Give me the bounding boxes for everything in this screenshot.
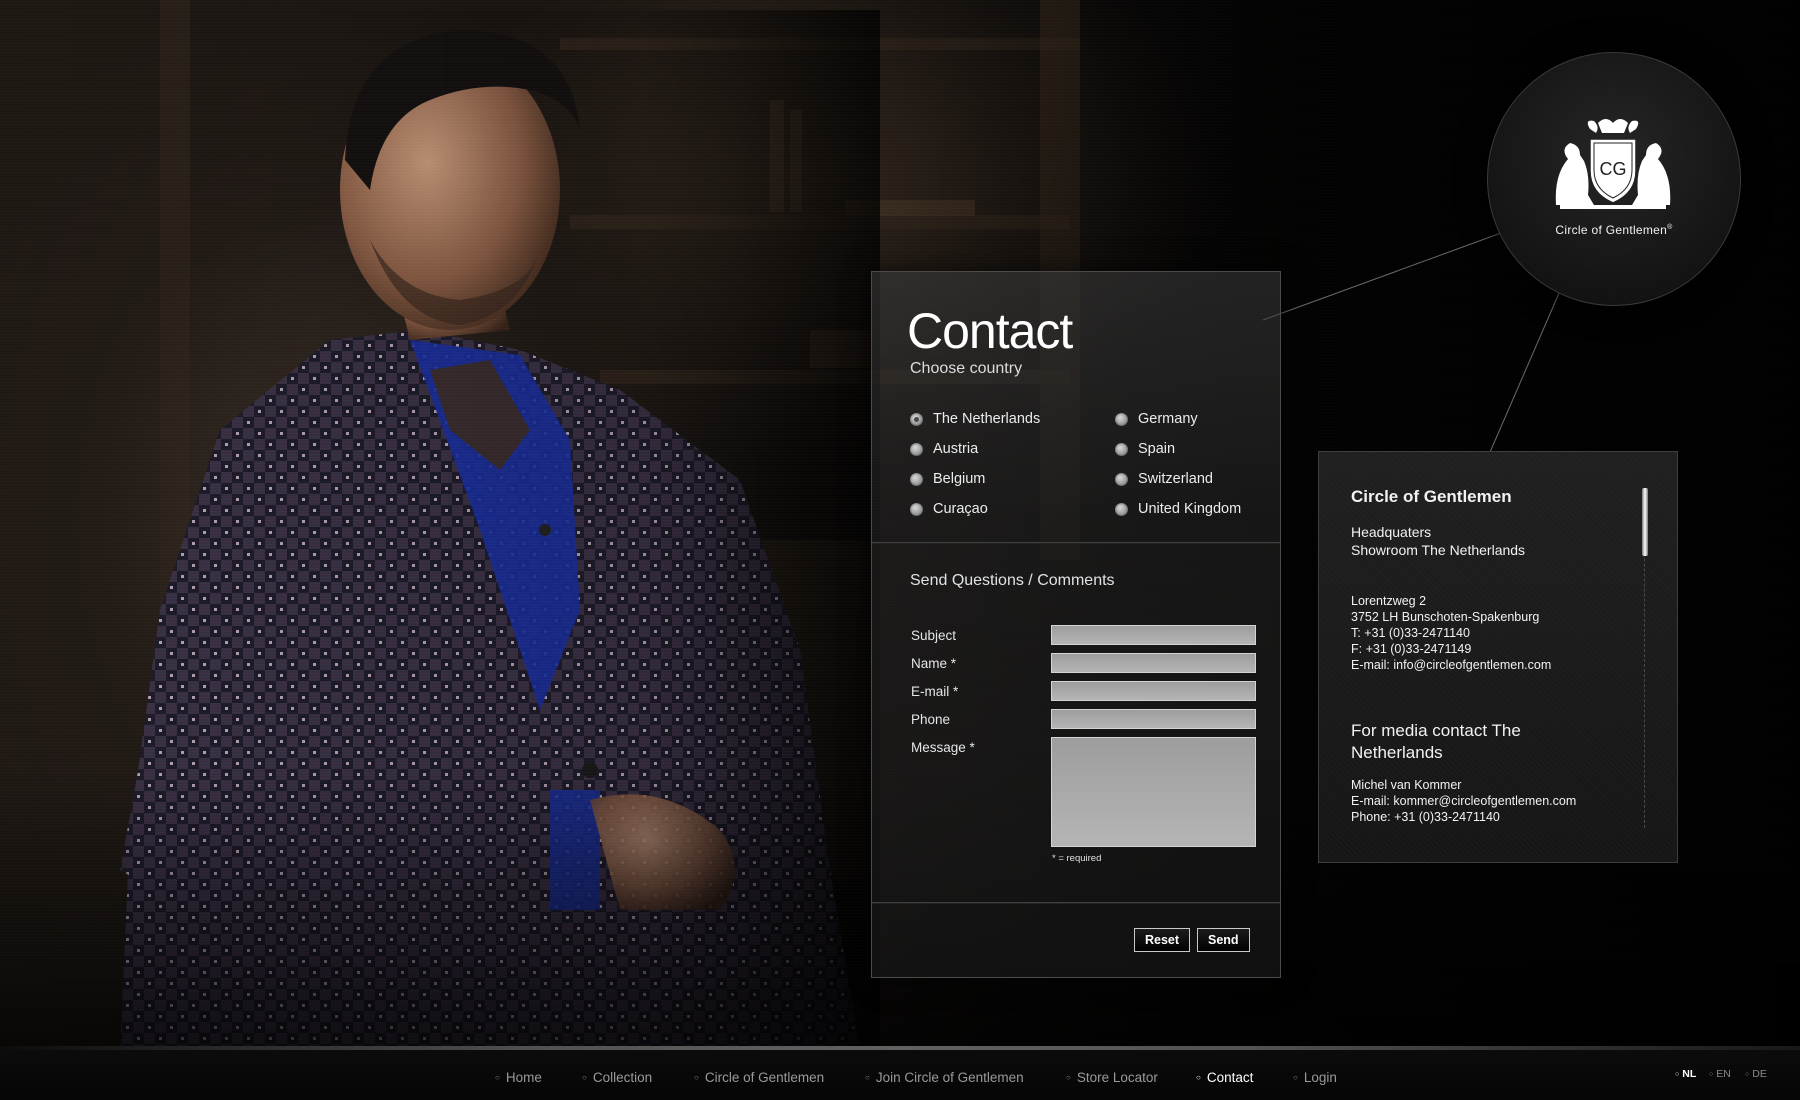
fax-number: F: +31 (0)33-2471149 (1351, 642, 1472, 656)
logo-monogram: CG (1600, 159, 1627, 179)
country-option-netherlands[interactable]: The Netherlands (910, 408, 1040, 430)
scrollbar-thumb[interactable] (1642, 488, 1648, 556)
country-label: Switzerland (1138, 471, 1213, 487)
nav-item-contact[interactable]: ○ Contact (1196, 1070, 1253, 1085)
country-option-curacao[interactable]: Curaçao (910, 498, 988, 520)
footer-nav-bar: ○ Home ○ Collection ○ Circle of Gentleme… (0, 1046, 1800, 1100)
choose-country-label: Choose country (910, 360, 1023, 377)
nav-bullet: ○ (582, 1073, 587, 1082)
phone-number: T: +31 (0)33-2471140 (1351, 626, 1470, 640)
country-option-switzerland[interactable]: Switzerland (1115, 468, 1213, 490)
nav-label: Login (1303, 1070, 1337, 1085)
country-option-germany[interactable]: Germany (1115, 408, 1198, 430)
country-label: Spain (1138, 441, 1176, 457)
nav-label: Store Locator (1076, 1070, 1158, 1085)
nav-label: Circle of Gentlemen (704, 1070, 825, 1085)
lang-bullet: ○ (1709, 1070, 1714, 1078)
nav-item-home[interactable]: ○ Home (495, 1070, 542, 1085)
country-label: The Netherlands (933, 411, 1041, 427)
brand-logo[interactable]: CG Circle of Gentlemen® (1487, 52, 1741, 306)
nav-label: Collection (592, 1070, 653, 1085)
nav-label: Join Circle of Gentlemen (875, 1070, 1024, 1085)
nav-item-circle-of-gentlemen[interactable]: ○ Circle of Gentlemen (694, 1070, 824, 1085)
nav-label: Home (505, 1070, 542, 1085)
footer-divider (0, 1046, 1800, 1050)
lang-code: DE (1752, 1068, 1767, 1080)
country-radio-group: The Netherlands Austria Belgium Curaçao … (910, 408, 1270, 528)
name-label: Name * (911, 656, 957, 671)
nav-bullet: ○ (495, 1073, 500, 1082)
email-input[interactable] (1051, 681, 1256, 701)
country-label: United Kingdom (1138, 501, 1242, 517)
subject-input[interactable] (1051, 625, 1256, 645)
required-note: * = required (1052, 853, 1102, 864)
nav-bullet: ○ (1293, 1073, 1298, 1082)
radio-button[interactable] (1115, 502, 1128, 516)
country-option-united-kingdom[interactable]: United Kingdom (1115, 498, 1241, 520)
message-textarea[interactable] (1051, 737, 1256, 847)
phone-label: Phone (911, 712, 951, 727)
radio-button[interactable] (1115, 442, 1128, 456)
hq-label: Headquaters (1351, 524, 1432, 540)
send-button[interactable]: Send (1197, 928, 1250, 952)
address-city: 3752 LH Bunschoten-Spakenburg (1351, 610, 1540, 624)
nav-bullet: ○ (865, 1073, 870, 1082)
subject-label: Subject (911, 628, 957, 643)
media-contact-email: E-mail: kommer@circleofgentlemen.com (1351, 794, 1577, 808)
lang-bullet: ○ (1675, 1070, 1680, 1078)
section-divider (872, 542, 1280, 543)
form-heading: Send Questions / Comments (910, 572, 1115, 589)
lang-bullet: ○ (1745, 1070, 1750, 1078)
crest-icon: CG (1555, 119, 1671, 209)
company-name: Circle of Gentlemen (1351, 487, 1512, 506)
nav-bullet: ○ (1066, 1073, 1071, 1082)
nav-bullet: ○ (1196, 1073, 1201, 1082)
nav-item-join[interactable]: ○ Join Circle of Gentlemen (865, 1070, 1024, 1085)
country-label: Curaçao (933, 501, 988, 517)
media-contact-heading: For media contact The (1351, 721, 1521, 740)
country-option-spain[interactable]: Spain (1115, 438, 1175, 460)
nav-item-store-locator[interactable]: ○ Store Locator (1066, 1070, 1158, 1085)
nav-bullet: ○ (694, 1073, 699, 1082)
radio-button[interactable] (910, 412, 923, 426)
country-label: Germany (1138, 411, 1198, 427)
radio-button[interactable] (910, 502, 923, 516)
email-address: E-mail: info@circleofgentlemen.com (1351, 658, 1552, 672)
lang-code: NL (1682, 1068, 1697, 1080)
country-label: Belgium (933, 471, 986, 487)
logo-wordmark: Circle of Gentlemen® (1488, 223, 1740, 237)
showroom-label: Showroom The Netherlands (1351, 542, 1526, 558)
address-street: Lorentzweg 2 (1351, 594, 1427, 608)
name-input[interactable] (1051, 653, 1256, 673)
nav-label: Contact (1206, 1070, 1254, 1085)
media-contact-phone: Phone: +31 (0)33-2471140 (1351, 810, 1500, 824)
radio-button[interactable] (1115, 412, 1128, 426)
lang-code: EN (1716, 1068, 1731, 1080)
email-label: E-mail * (911, 684, 959, 699)
language-en[interactable]: ○ EN (1709, 1068, 1731, 1080)
logo-wordmark-text: Circle of Gentlemen (1555, 223, 1668, 237)
country-option-austria[interactable]: Austria (910, 438, 978, 460)
radio-button[interactable] (1115, 472, 1128, 486)
radio-button[interactable] (910, 442, 923, 456)
message-label: Message * (911, 740, 975, 755)
page-title: Contact (907, 303, 1073, 359)
reset-button[interactable]: Reset (1134, 928, 1191, 952)
language-de[interactable]: ○ DE (1745, 1068, 1767, 1080)
nav-item-login[interactable]: ○ Login (1293, 1070, 1337, 1085)
media-contact-heading-2: Netherlands (1351, 743, 1443, 762)
company-info-panel: Circle of Gentlemen Headquaters Showroom… (1318, 451, 1678, 863)
language-nl[interactable]: ○ NL (1675, 1068, 1696, 1080)
phone-input[interactable] (1051, 709, 1256, 729)
registered-mark: ® (1667, 224, 1673, 231)
nav-item-collection[interactable]: ○ Collection (582, 1070, 652, 1085)
main-nav: ○ Home ○ Collection ○ Circle of Gentleme… (0, 1070, 1800, 1090)
radio-button[interactable] (910, 472, 923, 486)
media-contact-name: Michel van Kommer (1351, 778, 1462, 792)
contact-panel: Contact Choose country The Netherlands A… (871, 271, 1281, 978)
section-divider (872, 902, 1280, 903)
country-option-belgium[interactable]: Belgium (910, 468, 985, 490)
country-label: Austria (933, 441, 979, 457)
